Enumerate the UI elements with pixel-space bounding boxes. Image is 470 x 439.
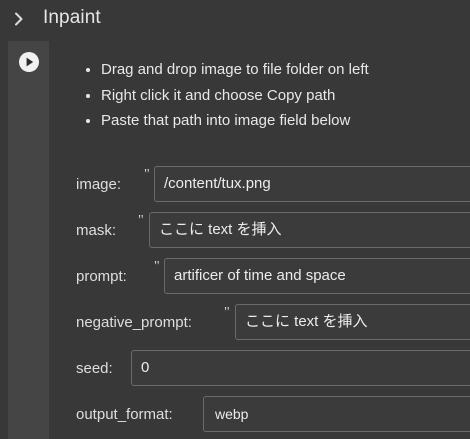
prompt-label: prompt: xyxy=(76,268,127,285)
negative-prompt-field[interactable]: ここに text を挿入 xyxy=(235,304,470,340)
list-item: Right click it and choose Copy path xyxy=(101,83,369,109)
prompt-field[interactable]: artificer of time and space xyxy=(164,258,470,294)
cell-body: Drag and drop image to file folder on le… xyxy=(49,41,470,439)
chevron-right-icon[interactable] xyxy=(10,10,28,28)
form-row-negative-prompt: negative_prompt: " ここに text を挿入 xyxy=(49,303,470,343)
list-item: Drag and drop image to file folder on le… xyxy=(101,57,369,83)
run-cell-button[interactable] xyxy=(19,52,39,72)
code-cell: Drag and drop image to file folder on le… xyxy=(8,41,470,439)
form-row-prompt: prompt: " artificer of time and space xyxy=(49,257,470,297)
string-quote-mark: " xyxy=(224,305,230,320)
form-row-seed: seed: 0 xyxy=(49,349,470,389)
play-circle-icon xyxy=(26,57,34,67)
output-format-label: output_format: xyxy=(76,406,173,423)
section-title[interactable]: Inpaint xyxy=(43,7,101,29)
mask-label: mask: xyxy=(76,222,117,239)
image-field[interactable]: /content/tux.png xyxy=(154,166,470,202)
cell-gutter xyxy=(8,41,49,439)
mask-field[interactable]: ここに text を挿入 xyxy=(149,212,470,248)
string-quote-mark: " xyxy=(138,213,144,228)
output-format-select[interactable]: webp xyxy=(203,396,470,432)
form-row-mask: mask: " ここに text を挿入 xyxy=(49,211,470,251)
string-quote-mark: " xyxy=(144,167,150,182)
form-row-image: image: " /content/tux.png xyxy=(49,165,470,205)
string-quote-mark: " xyxy=(154,259,160,274)
form-row-output-format: output_format: webp xyxy=(49,395,470,435)
instructions-list: Drag and drop image to file folder on le… xyxy=(81,57,369,134)
notebook-page: Inpaint Drag and drop image to file fold… xyxy=(0,0,470,439)
list-item: Paste that path into image field below xyxy=(101,108,369,134)
seed-label: seed: xyxy=(76,360,113,377)
seed-field[interactable]: 0 xyxy=(131,350,470,386)
negative-prompt-label: negative_prompt: xyxy=(76,314,192,331)
section-header: Inpaint xyxy=(0,0,470,40)
image-label: image: xyxy=(76,176,122,193)
